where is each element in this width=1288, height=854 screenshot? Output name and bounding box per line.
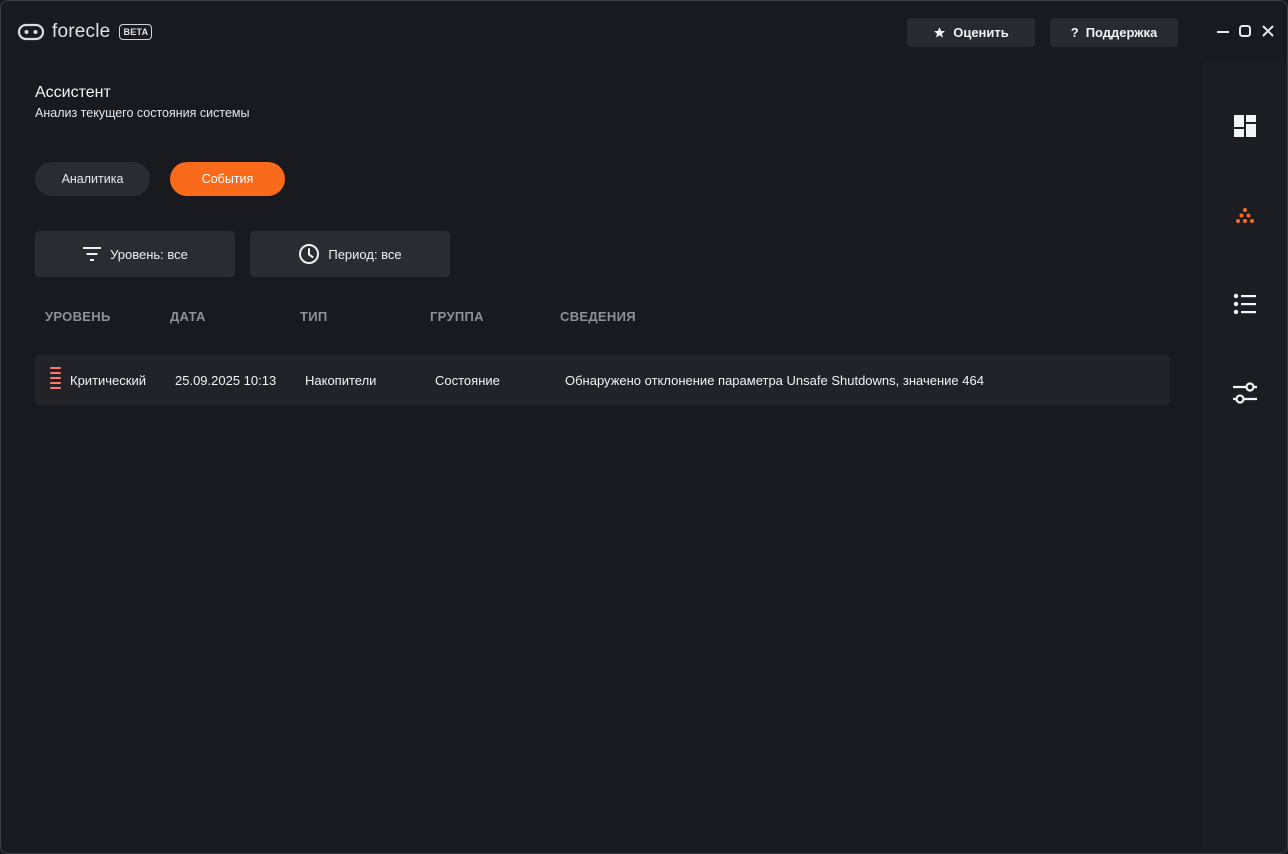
tab-analytics[interactable]: Аналитика [35, 162, 150, 196]
support-button-label: Поддержка [1085, 25, 1158, 40]
list-icon [1233, 293, 1256, 315]
star-icon [934, 27, 946, 38]
page-title: Ассистент [35, 84, 111, 101]
cell-type: Накопители [305, 373, 377, 388]
app-logo: forecle BETA [17, 21, 153, 43]
beta-badge: BETA [119, 24, 153, 40]
dashboard-icon [1234, 115, 1256, 137]
close-icon [1262, 25, 1274, 37]
tab-events[interactable]: События [170, 162, 285, 196]
cell-level: Критический [70, 373, 146, 388]
assistant-dots-icon [1236, 208, 1254, 223]
minimize-button[interactable] [1213, 21, 1233, 41]
sidebar-item-list[interactable] [1231, 290, 1259, 318]
clock-icon [299, 244, 320, 264]
column-header-group[interactable]: ГРУППА [430, 309, 484, 324]
cell-date: 25.09.2025 10:13 [175, 373, 277, 388]
maximize-icon [1239, 25, 1251, 37]
level-filter-button[interactable]: Уровень: все [35, 231, 235, 277]
right-sidebar [1203, 61, 1287, 853]
app-window: forecle BETA Оценить ? Поддержка Ассисте… [0, 0, 1288, 854]
column-header-type[interactable]: ТИП [300, 309, 328, 324]
cell-group: Состояние [435, 373, 500, 388]
rate-button-label: Оценить [953, 25, 1009, 40]
cell-details: Обнаружено отклонение параметра Unsafe S… [565, 373, 984, 388]
sidebar-item-assistant[interactable] [1231, 201, 1259, 229]
period-filter-button[interactable]: Период: все [250, 231, 450, 277]
sliders-icon [1233, 382, 1257, 404]
filter-icon [83, 247, 102, 261]
sidebar-item-settings[interactable] [1231, 379, 1259, 407]
page-subtitle: Анализ текущего состояния системы [35, 106, 250, 120]
period-filter-label: Период: все [328, 246, 402, 262]
logo-icon [17, 23, 45, 41]
level-filter-label: Уровень: все [110, 246, 188, 262]
critical-level-icon [50, 367, 61, 394]
table-row[interactable]: Критический 25.09.2025 10:13 Накопители … [35, 355, 1170, 405]
question-icon: ? [1070, 25, 1079, 40]
rate-button[interactable]: Оценить [907, 18, 1035, 47]
column-header-date[interactable]: ДАТА [170, 309, 206, 324]
support-button[interactable]: ? Поддержка [1050, 18, 1178, 47]
column-header-details[interactable]: СВЕДЕНИЯ [560, 309, 636, 324]
app-name: forecle [52, 21, 111, 42]
column-header-level[interactable]: УРОВЕНЬ [45, 309, 111, 324]
sidebar-item-dashboard[interactable] [1231, 112, 1259, 140]
minimize-icon [1217, 31, 1229, 33]
close-button[interactable] [1258, 21, 1278, 41]
maximize-button[interactable] [1235, 21, 1255, 41]
